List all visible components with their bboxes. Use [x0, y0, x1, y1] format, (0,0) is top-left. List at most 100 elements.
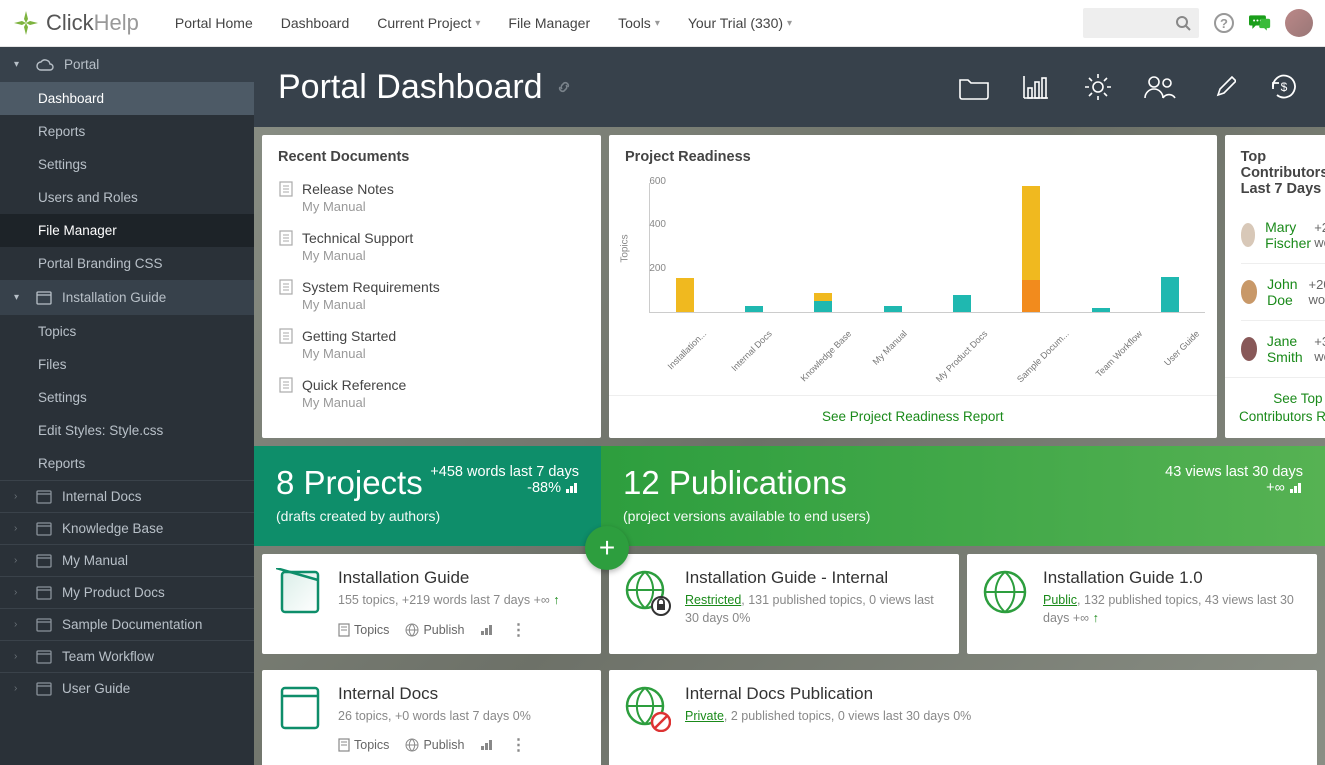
- document-icon: [278, 377, 294, 393]
- publication-card-internal-docs[interactable]: Internal Docs Publication Private, 2 pub…: [609, 670, 1317, 765]
- recent-document-item[interactable]: Release NotesMy Manual: [272, 175, 591, 224]
- readiness-title: Project Readiness: [609, 135, 1217, 175]
- recent-title: Recent Documents: [262, 135, 601, 175]
- pubs-stat2: +∞: [1165, 480, 1303, 496]
- contributor-name: Mary Fischer: [1265, 219, 1314, 251]
- recent-doc-project: My Manual: [302, 199, 585, 214]
- sidebar-item-proj-reports[interactable]: Reports: [0, 447, 254, 480]
- nav-trial-label: Your Trial (330): [688, 15, 783, 31]
- summary-row: 8 Projects +458 words last 7 days -88% (…: [254, 446, 1325, 546]
- card-title: Internal Docs Publication: [685, 684, 1303, 704]
- chevron-right-icon: ›: [14, 587, 26, 598]
- sidebar-item-users-roles[interactable]: Users and Roles: [0, 181, 254, 214]
- nav-dashboard[interactable]: Dashboard: [267, 1, 364, 45]
- topics-action[interactable]: Topics: [338, 738, 389, 752]
- sidebar-item-settings[interactable]: Settings: [0, 148, 254, 181]
- sidebar-section-installation-guide[interactable]: ▾ Installation Guide: [0, 280, 254, 315]
- nav-trial[interactable]: Your Trial (330) ▾: [674, 1, 806, 45]
- sidebar-ig-label: Installation Guide: [62, 290, 166, 305]
- contributor-item[interactable]: Jane Smith+34 words: [1241, 320, 1325, 377]
- sidebar-item-dashboard[interactable]: Dashboard: [0, 82, 254, 115]
- recent-document-item[interactable]: Quick ReferenceMy Manual: [272, 371, 591, 420]
- book-icon: [36, 650, 52, 664]
- logo[interactable]: ClickHelp: [12, 9, 139, 37]
- more-action[interactable]: ⋮: [510, 620, 526, 640]
- sidebar-item-proj-settings[interactable]: Settings: [0, 381, 254, 414]
- link-icon[interactable]: [555, 78, 573, 96]
- sidebar-item-branding-css[interactable]: Portal Branding CSS: [0, 247, 254, 280]
- publish-action[interactable]: Publish: [405, 738, 464, 752]
- nav-portal-home[interactable]: Portal Home: [161, 1, 267, 45]
- sidebar-project-item[interactable]: ›Internal Docs: [0, 480, 254, 512]
- contrib-report-link[interactable]: See Top Contributors Report: [1239, 391, 1325, 424]
- sidebar-section-portal[interactable]: ▾ Portal: [0, 47, 254, 82]
- book-icon: [36, 522, 52, 536]
- book-icon: [36, 586, 52, 600]
- logo-icon: [12, 9, 40, 37]
- project-card-installation-guide[interactable]: Installation Guide 155 topics, +219 word…: [262, 554, 601, 654]
- stats-action[interactable]: [480, 739, 494, 751]
- sidebar-project-item[interactable]: ›Knowledge Base: [0, 512, 254, 544]
- chart-xlabel: Internal Docs: [729, 329, 774, 374]
- recent-doc-title: Quick Reference: [302, 377, 406, 393]
- contributor-words: +202 words: [1309, 277, 1325, 307]
- topics-action[interactable]: Topics: [338, 623, 389, 637]
- sidebar-project-label: Sample Documentation: [62, 617, 202, 632]
- publications-summary[interactable]: 12 Publications 43 views last 30 days +∞…: [601, 446, 1325, 546]
- folder-icon[interactable]: [957, 70, 991, 104]
- sidebar-project-item[interactable]: ›My Product Docs: [0, 576, 254, 608]
- sidebar-item-file-manager[interactable]: File Manager: [0, 214, 254, 247]
- sidebar-item-edit-styles[interactable]: Edit Styles: Style.css: [0, 414, 254, 447]
- stats-action[interactable]: [480, 624, 494, 636]
- more-action[interactable]: ⋮: [510, 735, 526, 755]
- book-icon: [36, 490, 52, 504]
- chart-xlabel: Team Workflow: [1093, 329, 1143, 379]
- add-button[interactable]: +: [585, 526, 629, 570]
- billing-icon[interactable]: $: [1267, 70, 1301, 104]
- sidebar-item-topics[interactable]: Topics: [0, 315, 254, 348]
- sidebar-item-reports[interactable]: Reports: [0, 115, 254, 148]
- card-sub: 155 topics, +219 words last 7 days +∞ ↑: [338, 592, 587, 610]
- chat-icon[interactable]: [1249, 12, 1271, 34]
- project-card-internal-docs[interactable]: Internal Docs 26 topics, +0 words last 7…: [262, 670, 601, 765]
- pubs-count: 12 Publications: [623, 464, 847, 502]
- publication-card-ig-internal[interactable]: Installation Guide - Internal Restricted…: [609, 554, 959, 654]
- chart-icon[interactable]: [1019, 70, 1053, 104]
- contributor-item[interactable]: Mary Fischer+220 words: [1241, 207, 1325, 263]
- sidebar-project-item[interactable]: ›User Guide: [0, 672, 254, 704]
- user-avatar[interactable]: [1285, 9, 1313, 37]
- sidebar-item-files[interactable]: Files: [0, 348, 254, 381]
- sidebar-project-item[interactable]: ›My Manual: [0, 544, 254, 576]
- pubs-sub: (project versions available to end users…: [623, 508, 1303, 524]
- page-title: Portal Dashboard: [278, 68, 543, 107]
- chevron-down-icon: ▾: [14, 292, 26, 303]
- nav-file-manager[interactable]: File Manager: [494, 1, 604, 45]
- publish-action[interactable]: Publish: [405, 623, 464, 637]
- readiness-report-link[interactable]: See Project Readiness Report: [822, 409, 1004, 424]
- recent-document-item[interactable]: Getting StartedMy Manual: [272, 322, 591, 371]
- projects-count: 8 Projects: [276, 464, 423, 502]
- contributor-item[interactable]: John Doe+202 words: [1241, 263, 1325, 320]
- chart-bar: [1141, 183, 1198, 312]
- top-contributors-widget: Top Contributors Last 7 Days Mary Fische…: [1225, 135, 1325, 438]
- projects-summary[interactable]: 8 Projects +458 words last 7 days -88% (…: [254, 446, 601, 546]
- recent-document-item[interactable]: Technical SupportMy Manual: [272, 224, 591, 273]
- gear-icon[interactable]: [1081, 70, 1115, 104]
- brush-icon[interactable]: [1205, 70, 1239, 104]
- contributor-words: +34 words: [1314, 334, 1325, 364]
- chevron-right-icon: ›: [14, 491, 26, 502]
- nav-tools[interactable]: Tools ▾: [604, 1, 674, 45]
- sidebar-project-item[interactable]: ›Sample Documentation: [0, 608, 254, 640]
- card-title: Installation Guide: [338, 568, 587, 588]
- search-input[interactable]: [1083, 8, 1199, 38]
- nav-current-project[interactable]: Current Project ▾: [363, 1, 494, 45]
- publication-card-ig-10[interactable]: Installation Guide 1.0 Public, 132 publi…: [967, 554, 1317, 654]
- top-nav: ClickHelp Portal Home Dashboard Current …: [0, 0, 1325, 47]
- help-icon[interactable]: ?: [1213, 12, 1235, 34]
- recent-document-item[interactable]: System RequirementsMy Manual: [272, 273, 591, 322]
- sidebar-project-item[interactable]: ›Team Workflow: [0, 640, 254, 672]
- chart-xlabel: My Product Docs: [934, 329, 990, 385]
- dashboard-header: Portal Dashboard $: [254, 47, 1325, 127]
- globe-restricted-icon: [623, 568, 671, 616]
- users-icon[interactable]: [1143, 70, 1177, 104]
